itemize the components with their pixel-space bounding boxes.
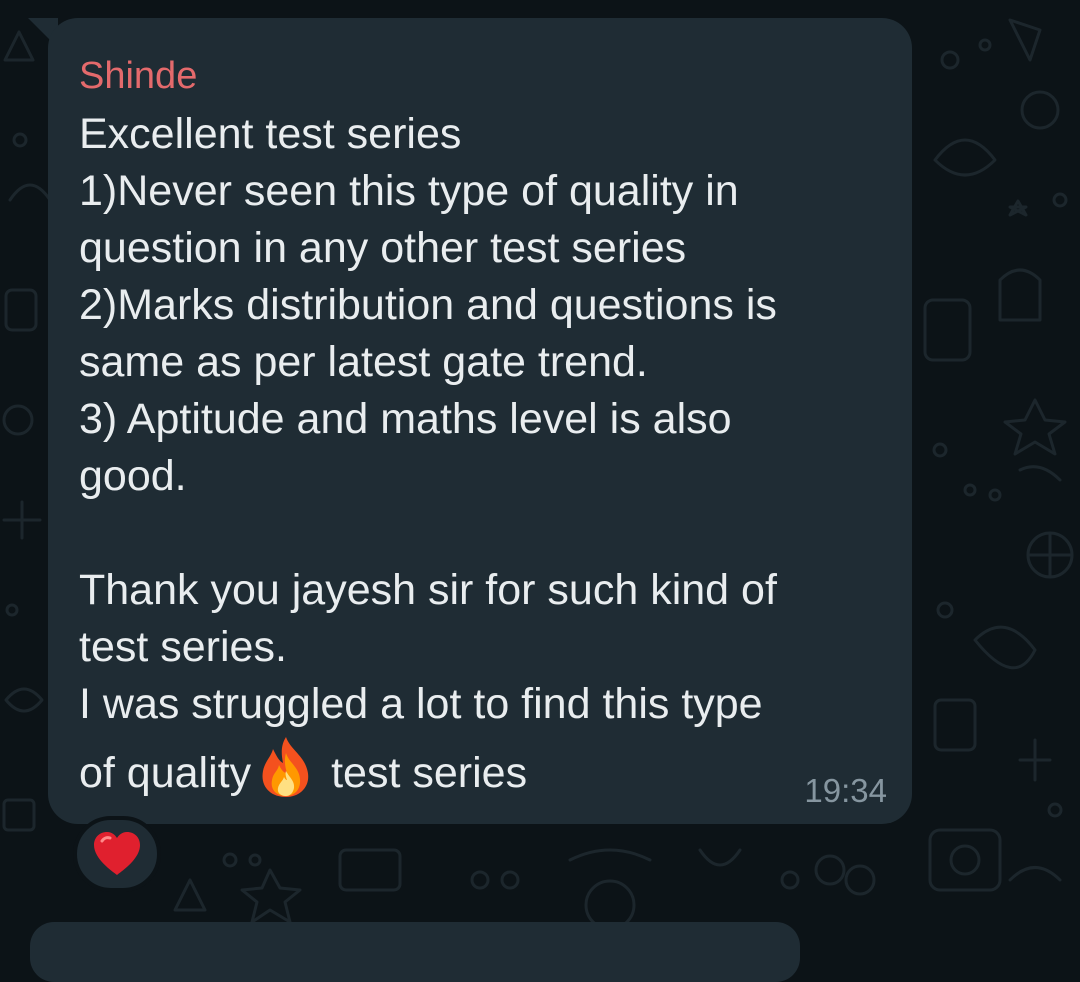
message-line: 3) Aptitude and maths level is also <box>79 395 732 443</box>
next-message-bubble[interactable] <box>30 922 800 982</box>
message-bubble[interactable]: Shinde Excellent test series 1)Never see… <box>48 18 912 824</box>
message-line: Excellent test series <box>79 110 462 158</box>
message-line: Thank you jayesh sir for such kind of <box>79 566 777 614</box>
reaction-badge[interactable] <box>73 816 161 892</box>
fire-emoji-icon <box>262 737 309 797</box>
message-line: question in any other test series <box>79 224 687 272</box>
message-text-after-emoji: test series <box>331 749 528 797</box>
sender-name[interactable]: Shinde <box>79 50 884 102</box>
heart-icon <box>94 832 140 875</box>
message-line: 1)Never seen this type of quality in <box>79 167 739 215</box>
message-last-line: of quality test series <box>79 733 884 813</box>
message-line: good. <box>79 452 187 500</box>
message-line: 2)Marks distribution and questions is <box>79 281 777 329</box>
message-text: Excellent test series 1)Never seen this … <box>79 106 884 813</box>
message-line: same as per latest gate trend. <box>79 338 648 386</box>
message-line: test series. <box>79 623 287 671</box>
message-line: I was struggled a lot to find this type <box>79 680 763 728</box>
message-timestamp: 19:34 <box>804 772 887 809</box>
message-text-before-emoji: of quality <box>79 749 252 797</box>
